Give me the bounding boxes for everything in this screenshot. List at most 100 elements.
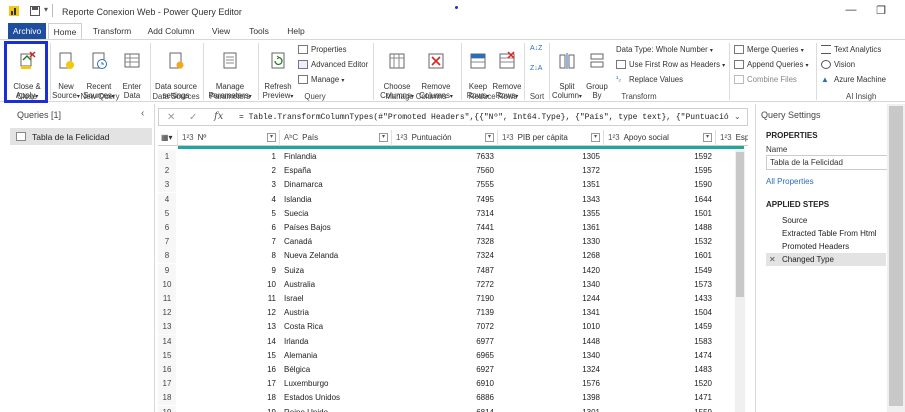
table-cell[interactable]: 5 [178, 207, 276, 221]
table-cell[interactable]: 11 [178, 292, 276, 306]
tab-view[interactable]: View [206, 23, 236, 39]
table-cell[interactable]: 1433 [604, 292, 712, 306]
table-cell[interactable]: 9 [178, 264, 276, 278]
table-cell[interactable]: 1501 [604, 207, 712, 221]
table-cell[interactable]: 17 [178, 377, 276, 391]
table-cell[interactable]: Luxemburgo [284, 377, 392, 391]
table-row[interactable]: 11 11 Israel 7190 1244 1433 [158, 292, 748, 306]
filter-dropdown-icon[interactable]: ▾ [485, 133, 494, 142]
table-cell[interactable]: 19 [178, 406, 276, 412]
formula-text[interactable]: = Table.TransformColumnTypes(#"Promoted … [239, 113, 729, 122]
type-icon[interactable]: 1²3 [608, 133, 620, 142]
table-cell[interactable]: 6814 [392, 406, 494, 412]
table-row[interactable]: 8 8 Nueva Zelanda 7324 1268 1601 [158, 249, 748, 264]
sort-descending-icon[interactable]: Z↓A [530, 64, 542, 74]
table-cell[interactable]: España [284, 164, 392, 178]
table-cell[interactable]: 1361 [498, 221, 600, 235]
append-queries-button[interactable]: Append Queries ▾ [734, 60, 809, 71]
table-cell[interactable]: 7633 [392, 150, 494, 164]
table-cell[interactable]: 8 [178, 249, 276, 263]
manage-button[interactable]: Manage ▾ [298, 75, 344, 86]
table-cell[interactable]: 7324 [392, 249, 494, 263]
table-cell[interactable]: 4 [178, 193, 276, 207]
applied-step-selected[interactable]: ✕ Changed Type [766, 253, 886, 266]
table-cell[interactable]: Irlanda [284, 335, 392, 349]
table-row[interactable]: 17 17 Luxemburgo 6910 1576 1520 [158, 377, 748, 392]
formula-bar[interactable]: ✕ ✓ fx = Table.TransformColumnTypes(#"Pr… [158, 108, 748, 126]
table-cell[interactable]: 1592 [604, 150, 712, 164]
table-cell[interactable]: 1 [178, 150, 276, 164]
table-row[interactable]: 6 6 Países Bajos 7441 1361 1488 [158, 221, 748, 235]
tab-home[interactable]: Home [48, 23, 82, 40]
table-cell[interactable]: Australia [284, 278, 392, 292]
table-cell[interactable]: 7190 [392, 292, 494, 306]
table-menu-icon[interactable]: ▦▾ [158, 130, 178, 146]
table-row[interactable]: 1919 Reino Unido6814 1301 1559 [158, 405, 748, 412]
table-cell[interactable]: 12 [178, 306, 276, 320]
tab-transform[interactable]: Transform [90, 23, 134, 39]
table-cell[interactable]: 7560 [392, 164, 494, 178]
table-cell[interactable]: 1305 [498, 150, 600, 164]
table-cell[interactable]: 3 [178, 178, 276, 192]
table-cell[interactable]: 1601 [604, 249, 712, 263]
properties-button[interactable]: Properties [298, 45, 347, 55]
type-icon[interactable]: 1²3 [396, 133, 408, 142]
confirm-formula-icon[interactable]: ✓ [189, 112, 197, 123]
advanced-editor-button[interactable]: Advanced Editor [298, 60, 368, 70]
column-header[interactable]: 1²3 Nº ▾ [178, 130, 280, 146]
table-cell[interactable]: Dinamarca [284, 178, 392, 192]
column-header[interactable]: 1²3Espe [716, 130, 748, 146]
text-analytics-button[interactable]: Text Analytics [821, 45, 881, 55]
table-cell[interactable]: 6927 [392, 363, 494, 377]
type-icon[interactable]: AᵇC [284, 133, 298, 142]
table-cell[interactable]: 1268 [498, 249, 600, 263]
table-row[interactable]: 4 4 Islandia 7495 1343 1644 [158, 192, 748, 207]
table-cell[interactable]: 1573 [604, 278, 712, 292]
table-cell[interactable]: 7495 [392, 193, 494, 207]
table-cell[interactable]: 1355 [498, 207, 600, 221]
column-header[interactable]: AᵇC País ▾ [280, 130, 392, 146]
table-row[interactable]: 3 3 Dinamarca 7555 1351 1590 [158, 178, 748, 193]
vision-button[interactable]: Vision [821, 60, 855, 70]
use-first-row-button[interactable]: Use First Row as Headers ▾ [616, 60, 725, 71]
table-cell[interactable]: Nueva Zelanda [284, 249, 392, 263]
table-cell[interactable]: 1343 [498, 193, 600, 207]
table-cell[interactable]: 1301 [498, 406, 600, 412]
all-properties-link[interactable]: All Properties [766, 177, 814, 186]
table-cell[interactable]: 1549 [604, 264, 712, 278]
table-cell[interactable]: 1590 [604, 178, 712, 192]
table-cell[interactable]: 18 [178, 391, 276, 405]
table-cell[interactable]: 1488 [604, 221, 712, 235]
table-cell[interactable]: 7072 [392, 320, 494, 334]
table-cell[interactable]: 2 [178, 164, 276, 178]
applied-step[interactable]: Extracted Table From Html [766, 227, 886, 240]
table-cell[interactable]: 1340 [498, 349, 600, 363]
table-cell[interactable]: Suecia [284, 207, 392, 221]
table-cell[interactable]: 1532 [604, 235, 712, 249]
table-cell[interactable]: 7555 [392, 178, 494, 192]
table-row[interactable]: 18 18 Estados Unidos 6886 1398 1471 [158, 391, 748, 406]
tab-tools[interactable]: Tools [244, 23, 274, 39]
minimize-button[interactable]: — [836, 4, 866, 20]
table-cell[interactable]: Alemania [284, 349, 392, 363]
table-cell[interactable]: 7139 [392, 306, 494, 320]
table-cell[interactable]: Israel [284, 292, 392, 306]
table-cell[interactable]: 1398 [498, 391, 600, 405]
filter-dropdown-icon[interactable]: ▾ [591, 133, 600, 142]
tab-help[interactable]: Help [282, 23, 310, 39]
table-cell[interactable]: 6965 [392, 349, 494, 363]
table-row[interactable]: 2 2 España 7560 1372 1595 [158, 164, 748, 179]
type-icon[interactable]: 1²3 [502, 133, 514, 142]
table-cell[interactable]: 1559 [604, 406, 712, 412]
table-cell[interactable]: 1595 [604, 164, 712, 178]
column-header[interactable]: 1²3 Apoyo social ▾ [604, 130, 716, 146]
table-cell[interactable]: Islandia [284, 193, 392, 207]
table-row[interactable]: 12 12 Austria 7139 1341 1504 [158, 306, 748, 321]
table-cell[interactable]: Austria [284, 306, 392, 320]
table-cell[interactable]: 1471 [604, 391, 712, 405]
table-cell[interactable]: 16 [178, 363, 276, 377]
table-cell[interactable]: 1324 [498, 363, 600, 377]
filter-dropdown-icon[interactable]: ▾ [267, 133, 276, 142]
table-cell[interactable]: 1372 [498, 164, 600, 178]
table-cell[interactable]: 6977 [392, 335, 494, 349]
